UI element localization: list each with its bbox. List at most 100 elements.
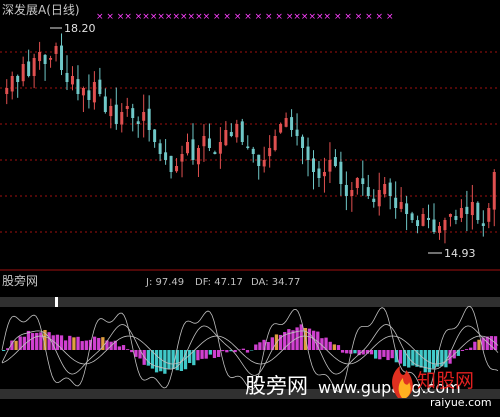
indicator-bar: [395, 350, 398, 362]
candle-body: [148, 109, 151, 130]
upper-band: [0, 297, 500, 307]
candle-body: [82, 88, 85, 95]
indicator-bars: [2, 324, 497, 373]
candle-body: [422, 214, 425, 226]
candle-body: [197, 148, 200, 164]
candle-body: [16, 76, 19, 82]
indicator-bar: [126, 349, 129, 350]
indicator-bar: [419, 350, 422, 368]
indicator-bar: [254, 344, 257, 350]
candle-body: [208, 138, 211, 148]
candle-body: [241, 121, 244, 142]
candle-body: [312, 158, 315, 172]
candle-body: [361, 178, 364, 184]
indicator-bar: [147, 350, 150, 366]
indicator-bar: [308, 329, 311, 350]
indicator-bar: [47, 332, 50, 350]
indicator-bar: [196, 350, 199, 360]
candle-body: [142, 112, 145, 121]
candle-body: [71, 76, 74, 84]
candle-body: [230, 132, 233, 136]
candle-body: [285, 118, 288, 127]
indicator-bar: [477, 340, 480, 350]
candle-body: [186, 142, 189, 153]
candle-body: [22, 64, 25, 81]
indicator-bar: [31, 333, 34, 350]
candle-body: [334, 157, 337, 166]
watermark-logo-text: 知股网: [417, 370, 474, 392]
candle-body: [11, 76, 14, 91]
indicator-bar: [246, 350, 249, 353]
candle-body: [252, 149, 255, 154]
candle-body: [487, 208, 490, 222]
main-grid: [0, 52, 500, 232]
indicator-bar: [382, 350, 385, 357]
indicator-bar: [287, 329, 290, 350]
candlestick-series[interactable]: [5, 33, 496, 243]
candle-body: [153, 130, 156, 142]
high-price-label: 18.20: [64, 22, 96, 35]
candle-body: [202, 136, 205, 146]
chart-window: × × ×× ×××××××××× × × × × × × × ×××××× ×…: [0, 0, 500, 413]
candle-body: [345, 185, 348, 196]
candle-body: [383, 184, 386, 194]
candle-body: [219, 142, 222, 154]
candle-body: [400, 202, 403, 209]
indicator-bar: [242, 349, 245, 350]
flame-logo-icon: [392, 366, 413, 398]
candle-body: [449, 214, 452, 217]
indicator-bar: [205, 350, 208, 359]
candle-body: [389, 183, 392, 196]
candle-body: [181, 154, 184, 162]
indicator-bar: [72, 337, 75, 350]
candle-body: [126, 106, 129, 109]
candle-body: [405, 203, 408, 214]
indicator-bar: [167, 350, 170, 369]
indicator-bar: [39, 332, 42, 350]
indicator-bar: [353, 350, 356, 353]
indicator-bar: [68, 336, 71, 350]
indicator-bar: [221, 350, 224, 351]
indicator-bar: [76, 337, 79, 350]
candle-body: [33, 58, 36, 76]
indicator-bar: [465, 349, 468, 350]
indicator-bar: [337, 345, 340, 350]
candle-body: [476, 203, 479, 220]
candle-body: [350, 190, 353, 196]
watermark-site-name: 股旁网: [245, 374, 308, 398]
candle-body: [109, 106, 112, 116]
candle-body: [443, 220, 446, 230]
indicator-bar: [432, 350, 435, 369]
indicator-bar: [118, 346, 121, 350]
candle-body: [131, 108, 134, 118]
candle-body: [356, 178, 359, 188]
candle-body: [438, 226, 441, 233]
candle-body: [49, 58, 52, 60]
band-marker: [55, 297, 58, 307]
indicator-bar: [374, 350, 377, 359]
indicator-bar: [461, 350, 464, 351]
candle-body: [159, 143, 162, 154]
candle-body: [454, 216, 457, 220]
candle-body: [263, 160, 266, 166]
indicator-bar: [81, 341, 84, 350]
indicator-bar: [424, 350, 427, 372]
candle-body: [433, 220, 436, 232]
candle-body: [296, 130, 299, 136]
candle-body: [268, 148, 271, 156]
candle-body: [257, 155, 260, 166]
candle-body: [191, 139, 194, 160]
indicator-bar: [85, 341, 88, 350]
indicator-bar: [333, 344, 336, 350]
watermark-logo-url: raiyue.com: [430, 396, 492, 409]
indicator-bar: [56, 335, 59, 350]
candle-body: [93, 82, 96, 102]
indicator-bar: [213, 350, 216, 358]
indicator-title: 股旁网: [2, 273, 38, 288]
candle-body: [323, 172, 326, 176]
indicator-bar: [225, 350, 228, 352]
indicator-bar: [341, 350, 344, 353]
indicator-bar: [378, 350, 381, 359]
indicator-bar: [122, 345, 125, 350]
chart-canvas: × × ×× ×××××××××× × × × × × × × ×××××× ×…: [0, 0, 500, 413]
